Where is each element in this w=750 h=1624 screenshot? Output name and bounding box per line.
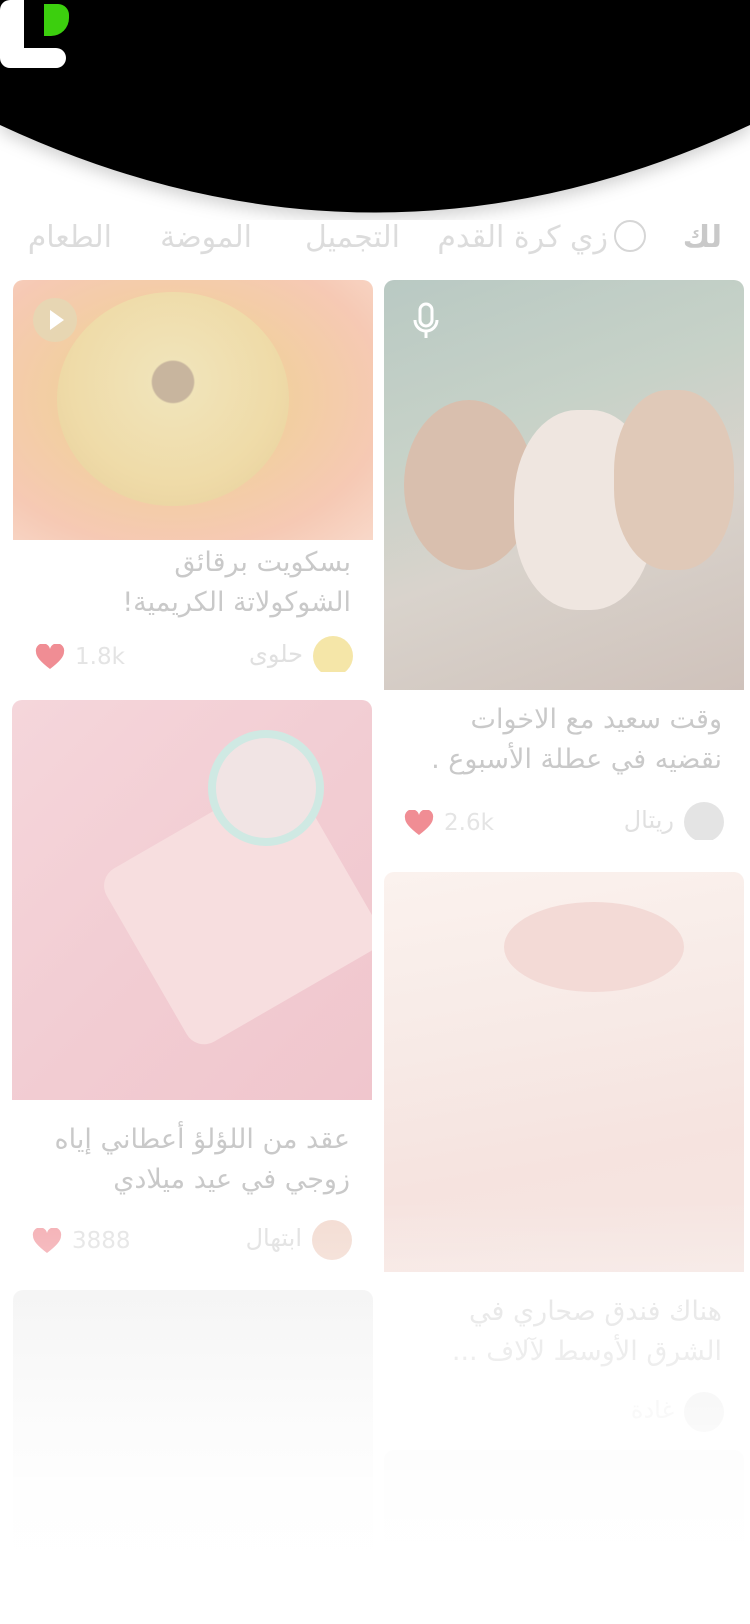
- soccer-ball-icon: [614, 219, 646, 252]
- post-card-sisters[interactable]: وقت سعيد مع الاخوات نقضيه في عطلة الأسبو…: [384, 280, 744, 840]
- cookie-shape: [57, 292, 289, 506]
- post-card-faded[interactable]: [384, 1450, 744, 1624]
- post-image: [384, 280, 744, 690]
- author-name: غادة: [630, 1396, 674, 1424]
- post-card-cookies[interactable]: بسكويت برقائق الشوكولاتة الكريمية! حلوى …: [13, 280, 373, 672]
- microphone-icon[interactable]: [410, 302, 442, 342]
- compact-mirror-shape: [208, 730, 324, 846]
- lips-shape: [504, 902, 684, 992]
- post-card-pearl-necklace[interactable]: عقد من اللؤلؤ أعطاني إياه زوجي في عيد مي…: [12, 700, 372, 1260]
- avatar: [684, 802, 724, 840]
- author-name: حلوى: [249, 640, 303, 668]
- like-count: 2.6k: [444, 810, 494, 836]
- post-image: [13, 280, 373, 540]
- post-image: [13, 1290, 373, 1610]
- like-count: 1.8k: [75, 644, 125, 670]
- post-card-faded[interactable]: [13, 1290, 373, 1610]
- post-image: [384, 872, 744, 1272]
- tab-food[interactable]: الطعام: [28, 220, 112, 255]
- play-icon: [50, 310, 64, 330]
- app-header: [0, 0, 750, 220]
- post-title: بسكويت برقائق الشوكولاتة الكريمية!: [122, 547, 351, 618]
- tab-beauty[interactable]: التجميل: [305, 220, 400, 255]
- post-image: [384, 1450, 744, 1624]
- category-tabs: لك زي كرة القدم التجميل الموضة الطعام: [0, 212, 750, 270]
- post-card-desert-hotel[interactable]: هناك فندق صحاري في الشرق الأوسط لآلاف ..…: [384, 872, 744, 1432]
- avatar: [312, 1220, 352, 1260]
- heart-icon[interactable]: [35, 644, 65, 670]
- tab-for-you[interactable]: لك: [683, 220, 722, 255]
- tab-football-fashion[interactable]: زي كرة القدم: [437, 219, 646, 255]
- tab-fashion[interactable]: الموضة: [160, 220, 252, 255]
- heart-icon[interactable]: [32, 1228, 62, 1254]
- post-image: [12, 700, 372, 1100]
- play-button[interactable]: [33, 298, 77, 342]
- post-title: هناك فندق صحاري في الشرق الأوسط لآلاف ..…: [451, 1296, 722, 1367]
- avatar: [313, 636, 353, 672]
- heart-icon[interactable]: [404, 810, 434, 836]
- author-name: ابتهال: [245, 1224, 302, 1252]
- person-shape: [614, 390, 734, 570]
- app-logo-icon: [0, 0, 69, 68]
- header-curve: [0, 0, 750, 213]
- author-name: ريتال: [623, 806, 674, 834]
- post-title: وقت سعيد مع الاخوات نقضيه في عطلة الأسبو…: [431, 704, 722, 775]
- avatar: [684, 1392, 724, 1432]
- post-title: عقد من اللؤلؤ أعطاني إياه زوجي في عيد مي…: [54, 1124, 350, 1195]
- like-count: 3888: [72, 1228, 131, 1254]
